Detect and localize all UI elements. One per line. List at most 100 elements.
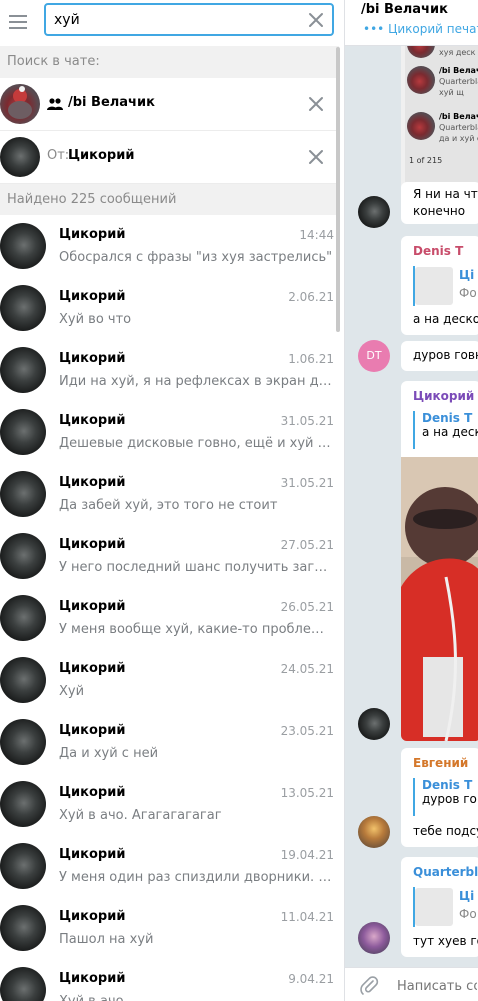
result-sender: Цикорий <box>59 785 126 800</box>
message-bubble[interactable]: Denis T Ці Фо а на деско <box>401 236 478 335</box>
search-result-row[interactable]: Цикорий 1.06.21 Иди на хуй, я на рефлексах… <box>0 339 339 401</box>
reply-preview[interactable]: Denis T а на деск <box>413 411 478 449</box>
result-sender: Цикорий <box>59 351 126 366</box>
result-sender: Цикорий <box>59 661 126 676</box>
results-scrollbar[interactable] <box>336 47 340 332</box>
search-result-row[interactable]: Цикорий 24.05.21 Хуй <box>0 649 339 711</box>
chat-panel: /bi Велачик ••• Цикорий печат хуя деск /… <box>345 0 478 1001</box>
result-sender: Цикорий <box>59 537 126 552</box>
result-avatar <box>0 905 46 951</box>
message-text: тут хуев го <box>413 934 478 948</box>
clear-search-icon[interactable] <box>307 11 325 29</box>
result-date: 13.05.21 <box>280 786 334 800</box>
search-result-row[interactable]: Цикорий 13.05.21 Хуй в ачо. Агагагагагаг <box>0 773 339 835</box>
message-bubble[interactable]: Цикорий Denis T а на деск <box>401 381 478 741</box>
chat-avatar <box>0 84 40 124</box>
result-sender: Цикорий <box>59 227 126 242</box>
message-text: дуров говн <box>413 348 478 362</box>
preview-sub: Quarterbla <box>439 123 478 132</box>
message-text: тебе подсу <box>413 824 478 838</box>
result-date: 9.04.21 <box>288 972 334 986</box>
page-counter: 1 of 215 <box>409 156 443 165</box>
result-sender: Цикорий <box>59 289 126 304</box>
result-date: 2.06.21 <box>288 290 334 304</box>
sender-avatar[interactable] <box>358 196 390 228</box>
result-snippet: Да и хуй с ней <box>59 746 159 761</box>
search-results-list: Цикорий 14:44 Обосрался с фразы "из хуя за… <box>0 215 339 1001</box>
result-snippet: Пашол на хуй <box>59 932 154 947</box>
reply-preview[interactable]: Ці Фо <box>413 266 478 306</box>
dt-avatar[interactable]: DT <box>358 340 390 372</box>
result-date: 1.06.21 <box>288 352 334 366</box>
paperclip-icon[interactable] <box>359 975 379 995</box>
search-result-row[interactable]: Цикорий 11.04.21 Пашол на хуй <box>0 897 339 959</box>
hamburger-menu-icon[interactable] <box>7 11 29 33</box>
result-date: 19.04.21 <box>280 848 334 862</box>
result-sender: Цикорий <box>59 971 126 986</box>
message-text: а на деско <box>413 312 478 326</box>
preview-title: /bi Велачик <box>439 66 478 75</box>
search-panel: Поиск в чате: /bi Велачик От: Цикорий На… <box>0 0 345 1001</box>
remove-chat-filter-icon[interactable] <box>307 95 325 113</box>
search-result-row[interactable]: Цикорий 19.04.21 У меня один раз спиздили … <box>0 835 339 897</box>
preview-avatar <box>407 66 435 94</box>
message-bubble[interactable]: дуров говн <box>401 341 478 371</box>
sender-name: Цикорий <box>68 148 135 163</box>
reply-text: Фо <box>459 907 477 921</box>
message-sender: Евгений <box>413 756 469 770</box>
result-avatar <box>0 285 46 331</box>
result-sender: Цикорий <box>59 723 126 738</box>
message-bubble[interactable]: Quarterbla Ці Фо тут хуев го <box>401 857 478 957</box>
chat-header[interactable]: /bi Велачик ••• Цикорий печат <box>345 0 478 46</box>
search-input[interactable] <box>54 10 304 30</box>
result-sender: Цикорий <box>59 413 126 428</box>
chat-filter[interactable]: /bi Велачик <box>0 78 339 131</box>
search-result-row[interactable]: Цикорий 31.05.21 Дешевые дисковые говно, е… <box>0 401 339 463</box>
message-input[interactable] <box>397 977 477 995</box>
search-result-row[interactable]: Цикорий 9.04.21 Хуй в ачо... <box>0 959 339 1001</box>
photo-attachment[interactable] <box>401 457 478 741</box>
reply-preview[interactable]: Ці Фо <box>413 887 478 927</box>
search-result-row[interactable]: Цикорий 14:44 Обосрался с фразы "из хуя за… <box>0 215 339 277</box>
result-avatar <box>0 657 46 703</box>
message-text: Я ни на что <box>413 187 478 201</box>
search-box[interactable] <box>44 3 334 36</box>
reply-author: Denis T <box>422 411 473 425</box>
search-result-row[interactable]: Цикорий 2.06.21 Хуй во что <box>0 277 339 339</box>
search-result-row[interactable]: Цикорий 27.05.21 У него последний шанс пол… <box>0 525 339 587</box>
reply-author: Ці <box>459 268 475 282</box>
sender-avatar[interactable] <box>358 922 390 954</box>
sender-avatar[interactable] <box>358 708 390 740</box>
preview-line: да и хуй с <box>439 134 478 143</box>
result-snippet: Дешевые дисковые говно, ещё и хуй обсл..… <box>59 436 333 451</box>
result-snippet: У меня один раз спиздили дворники. Кото.… <box>59 870 333 885</box>
chat-title: /bi Велачик <box>361 2 448 17</box>
result-avatar <box>0 347 46 393</box>
result-snippet: Обосрался с фразы "из хуя застрелись" <box>59 250 333 265</box>
message-sender: Цикорий <box>413 389 475 403</box>
message-bubble[interactable]: Я ни на что конечно <box>401 182 478 224</box>
search-result-row[interactable]: Цикорий 26.05.21 У меня вообще хуй, какие-… <box>0 587 339 649</box>
result-avatar <box>0 967 46 1001</box>
sender-avatar <box>0 137 40 177</box>
message-bubble[interactable]: Евгений Denis T дуров го тебе подсу <box>401 748 478 847</box>
remove-sender-filter-icon[interactable] <box>307 148 325 166</box>
result-snippet: Хуй <box>59 684 85 699</box>
result-snippet: У меня вообще хуй, какие-то проблемы? <box>59 622 333 637</box>
message-sender: Quarterbla <box>413 865 478 879</box>
result-snippet: Иди на хуй, я на рефлексах в экран дунул <box>59 374 333 389</box>
preview-avatar <box>407 112 435 140</box>
sender-avatar[interactable] <box>358 816 390 848</box>
result-date: 14:44 <box>299 228 334 242</box>
result-date: 24.05.21 <box>280 662 334 676</box>
reply-preview[interactable]: Denis T дуров го <box>413 778 478 816</box>
message-text: конечно <box>413 204 466 218</box>
result-snippet: У него последний шанс получить загран б.… <box>59 560 333 575</box>
result-date: 31.05.21 <box>280 414 334 428</box>
search-result-row[interactable]: Цикорий 31.05.21 Да забей хуй, это того не… <box>0 463 339 525</box>
search-result-row[interactable]: Цикорий 23.05.21 Да и хуй с ней <box>0 711 339 773</box>
sender-filter[interactable]: От: Цикорий <box>0 131 339 184</box>
result-date: 23.05.21 <box>280 724 334 738</box>
reply-text: дуров го <box>422 792 477 806</box>
results-count-header: Найдено 225 сообщений <box>0 184 339 215</box>
